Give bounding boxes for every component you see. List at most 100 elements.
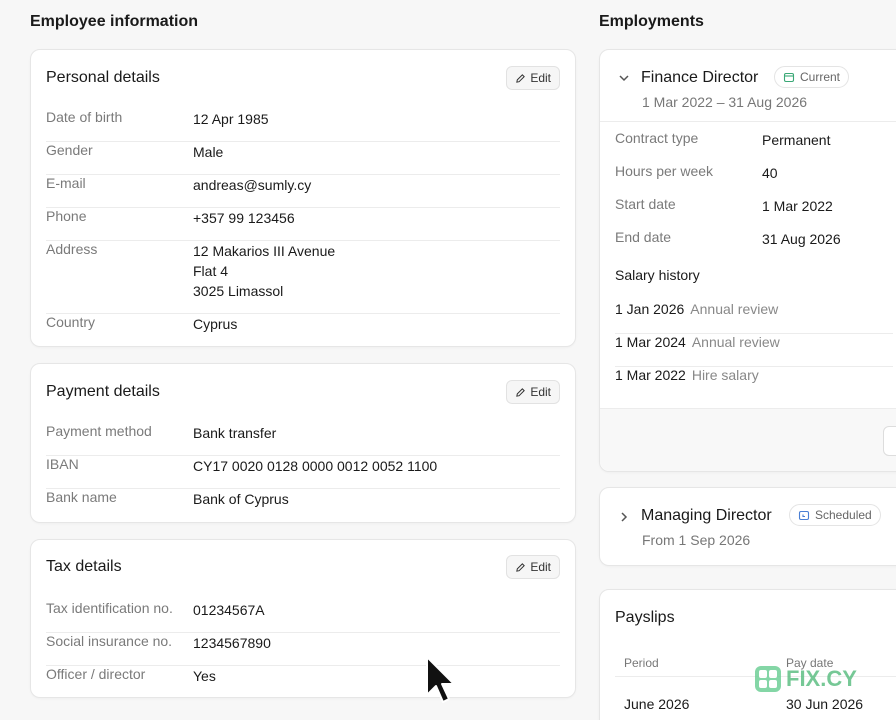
chevron-down-icon[interactable] <box>617 71 631 85</box>
row-label: End date <box>615 229 672 245</box>
employment-dates: From 1 Sep 2026 <box>642 532 751 548</box>
employment-card-scheduled[interactable]: Managing Director Scheduled From 1 Sep 2… <box>599 487 896 566</box>
employment-row-contract-type: Contract type Permanent <box>615 130 893 163</box>
watermark-text: FIX.CY <box>786 666 857 691</box>
payslips-card: Payslips Period Pay date June 2026 30 Ju… <box>599 589 896 720</box>
detail-row-tax-id: Tax identification no. 01234567A <box>46 600 560 633</box>
calendar-clock-icon <box>798 510 810 521</box>
salary-note: Annual review <box>691 334 780 350</box>
edit-personal-button[interactable]: Edit <box>506 66 560 90</box>
salary-entry: 1 Mar 2024 Annual review <box>615 334 780 350</box>
badge-label: Current <box>800 70 841 84</box>
employment-row-hours: Hours per week 40 <box>615 163 893 196</box>
footer-action-button[interactable] <box>883 426 896 456</box>
row-label: IBAN <box>46 456 79 472</box>
row-label: Gender <box>46 142 93 158</box>
watermark-logo: FIX.CY <box>755 666 857 692</box>
chevron-right-icon[interactable] <box>617 510 631 524</box>
row-value: 1234567890 <box>193 635 271 651</box>
personal-details-title: Personal details <box>46 69 160 86</box>
row-value: 40 <box>762 165 778 181</box>
salary-date: 1 Mar 2022 <box>615 367 686 383</box>
employment-card-current: Finance Director Current 1 Mar 2022 – 31… <box>599 49 896 472</box>
row-label: Bank name <box>46 489 117 505</box>
column-header-period: Period <box>624 656 659 670</box>
detail-row-phone: Phone +357 99 123456 <box>46 208 560 241</box>
row-value: 31 Aug 2026 <box>762 231 841 247</box>
edit-label: Edit <box>530 71 551 85</box>
employments-heading: Employments <box>599 13 704 30</box>
row-label: Country <box>46 314 96 330</box>
salary-note: Annual review <box>690 301 779 317</box>
row-label: Address <box>46 241 98 257</box>
row-value: Permanent <box>762 132 831 148</box>
salary-history-row: 1 Jan 2026 Annual review <box>615 301 893 334</box>
row-value: Cyprus <box>193 316 238 332</box>
edit-label: Edit <box>530 385 551 399</box>
edit-payment-button[interactable]: Edit <box>506 380 560 404</box>
row-label: Social insurance no. <box>46 633 173 649</box>
status-badge-current: Current <box>774 66 850 88</box>
salary-entry: 1 Mar 2022 Hire salary <box>615 367 759 383</box>
calendar-icon <box>783 72 795 83</box>
pencil-icon <box>516 387 526 397</box>
detail-row-gender: Gender Male <box>46 142 560 175</box>
row-value: Bank transfer <box>193 425 277 441</box>
row-label: Start date <box>615 196 676 212</box>
detail-row-country: Country Cyprus <box>46 314 560 344</box>
row-label: Date of birth <box>46 109 123 125</box>
address-value: 12 Makarios III Avenue Flat 4 3025 Limas… <box>193 241 335 301</box>
salary-entry: 1 Jan 2026 Annual review <box>615 301 778 317</box>
edit-tax-button[interactable]: Edit <box>506 555 560 579</box>
payslips-title: Payslips <box>615 609 675 626</box>
detail-row-email: E-mail andreas@sumly.cy <box>46 175 560 208</box>
payment-details-title: Payment details <box>46 383 160 400</box>
salary-note: Hire salary <box>691 367 759 383</box>
employment-row-start-date: Start date 1 Mar 2022 <box>615 196 893 229</box>
row-label: Officer / director <box>46 666 146 682</box>
payslip-period[interactable]: June 2026 <box>624 696 689 712</box>
employment-row-end-date: End date 31 Aug 2026 <box>615 229 893 262</box>
detail-row-iban: IBAN CY17 0020 0128 0000 0012 0052 1100 <box>46 456 560 489</box>
detail-row-social-insurance: Social insurance no. 1234567890 <box>46 633 560 666</box>
tax-details-card: Tax details Edit Tax identification no. … <box>30 539 576 698</box>
employment-title: Finance Director <box>641 69 759 86</box>
address-line: 12 Makarios III Avenue <box>193 243 336 259</box>
row-value: Bank of Cyprus <box>193 491 289 507</box>
row-label: Contract type <box>615 130 699 146</box>
card-footer <box>600 408 896 471</box>
pencil-icon <box>516 562 526 572</box>
address-line: Flat 4 <box>193 263 229 279</box>
row-value: +357 99 123456 <box>193 210 295 226</box>
salary-date: 1 Jan 2026 <box>615 301 685 317</box>
edit-label: Edit <box>530 560 551 574</box>
row-label: Phone <box>46 208 87 224</box>
row-value: andreas@sumly.cy <box>193 177 312 193</box>
personal-details-card: Personal details Edit Date of birth 12 A… <box>30 49 576 347</box>
row-label: Payment method <box>46 423 152 439</box>
employment-dates: 1 Mar 2022 – 31 Aug 2026 <box>642 94 808 110</box>
employment-title: Managing Director <box>641 507 772 524</box>
row-value: 01234567A <box>193 602 265 618</box>
detail-row-address: Address 12 Makarios III Avenue Flat 4 30… <box>46 241 560 314</box>
row-label: Hours per week <box>615 163 714 179</box>
mouse-cursor-icon <box>426 656 455 703</box>
row-value: 1 Mar 2022 <box>762 198 833 214</box>
row-value: 12 Apr 1985 <box>193 111 269 127</box>
watermark-icon <box>755 666 781 692</box>
status-badge-scheduled: Scheduled <box>789 504 881 526</box>
employee-information-heading: Employee information <box>30 13 199 30</box>
badge-label: Scheduled <box>815 508 872 522</box>
row-value: Yes <box>193 668 216 684</box>
salary-history-title: Salary history <box>615 267 700 283</box>
row-value: CY17 0020 0128 0000 0012 0052 1100 <box>193 458 438 474</box>
detail-row-officer-director: Officer / director Yes <box>46 666 560 696</box>
payment-details-card: Payment details Edit Payment method Bank… <box>30 363 576 523</box>
divider <box>600 121 896 122</box>
salary-history-row: 1 Mar 2022 Hire salary <box>615 367 893 400</box>
detail-row-date-of-birth: Date of birth 12 Apr 1985 <box>46 109 560 142</box>
payslip-pay-date: 30 Jun 2026 <box>786 696 864 712</box>
row-value: Male <box>193 144 224 160</box>
row-label: E-mail <box>46 175 86 191</box>
salary-history-row: 1 Mar 2024 Annual review <box>615 334 893 367</box>
